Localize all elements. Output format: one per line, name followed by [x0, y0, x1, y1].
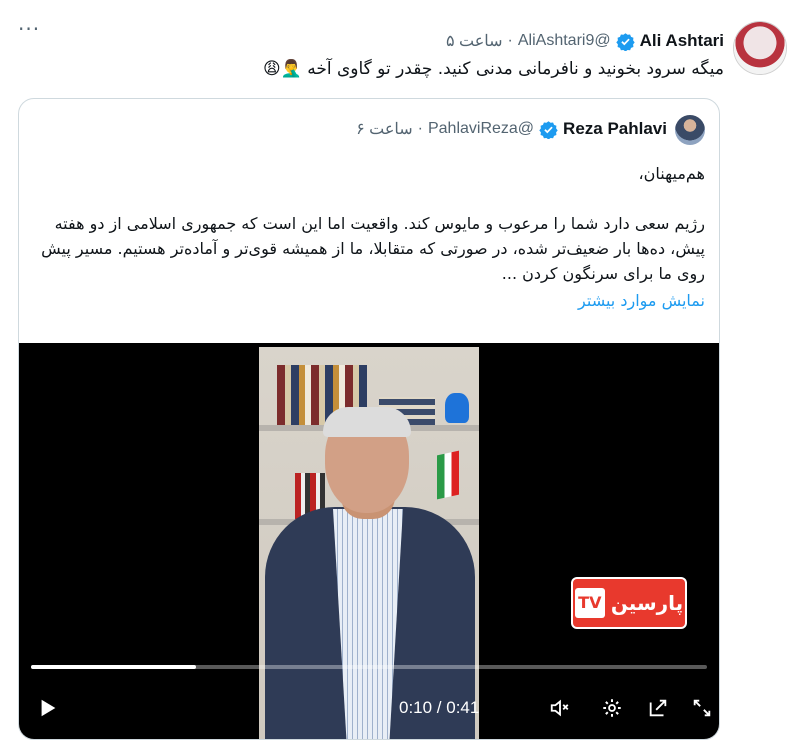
tweet-time[interactable]: ساعت ۵	[446, 31, 503, 51]
show-more-link[interactable]: نمایش موارد بیشتر	[33, 288, 705, 313]
quoted-time[interactable]: ساعت ۶	[356, 119, 413, 139]
quoted-body: رژیم سعی دارد شما را مرعوب و مایوس کند. …	[41, 214, 705, 283]
channel-logo: پارسین TV	[573, 579, 685, 627]
emoji: 🤦‍♂️😩	[262, 59, 302, 79]
video-player[interactable]: پارسین TV 0:10 / 0:41	[19, 343, 719, 739]
settings-icon[interactable]	[601, 697, 623, 719]
video-controls: 0:10 / 0:41	[19, 691, 719, 727]
video-frame	[259, 347, 479, 739]
video-progress-bar[interactable]	[31, 665, 707, 669]
quoted-text: هم‌میهنان، رژیم سعی دارد شما را مرعوب و …	[33, 161, 705, 313]
volume-icon[interactable]	[549, 697, 571, 719]
channel-logo-mark: TV	[574, 588, 605, 618]
quoted-greeting: هم‌میهنان،	[638, 164, 705, 183]
avatar[interactable]	[734, 22, 786, 74]
flag	[437, 450, 459, 500]
separator-dot: ·	[417, 120, 423, 137]
quoted-author-handle[interactable]: @PahlaviReza	[428, 120, 534, 138]
quoted-avatar[interactable]	[675, 115, 705, 145]
separator-dot: ·	[507, 32, 513, 49]
verified-icon	[539, 120, 558, 140]
video-time-readout: 0:10 / 0:41	[399, 698, 480, 717]
channel-logo-text: پارسین	[610, 591, 684, 615]
play-icon[interactable]	[37, 697, 59, 719]
more-options-button[interactable]: ···	[18, 19, 40, 39]
tweet-header: Ali Ashtari @AliAshtari9 · ساعت ۵	[446, 30, 724, 52]
author-handle[interactable]: @AliAshtari9	[518, 32, 611, 50]
author-name[interactable]: Ali Ashtari	[640, 31, 724, 51]
video-progress-fill	[31, 665, 196, 669]
speaker-hair	[323, 407, 411, 437]
tweet-text-body: میگه سرود بخونید و نافرمانی مدنی کنید. چ…	[307, 59, 724, 79]
tweet: ··· Ali Ashtari @AliAshtari9 · ساعت ۵ می…	[0, 0, 800, 744]
quoted-author-name[interactable]: Reza Pahlavi	[563, 119, 667, 139]
fullscreen-icon[interactable]	[691, 697, 713, 719]
popout-icon[interactable]	[647, 697, 669, 719]
tweet-text: میگه سرود بخونید و نافرمانی مدنی کنید. چ…	[263, 57, 724, 81]
verified-icon	[615, 32, 635, 52]
quoted-tweet[interactable]: Reza Pahlavi @PahlaviReza · ساعت ۶ هم‌می…	[18, 98, 720, 740]
bird-figurine	[445, 393, 469, 423]
quoted-header: Reza Pahlavi @PahlaviReza · ساعت ۶	[356, 119, 667, 140]
